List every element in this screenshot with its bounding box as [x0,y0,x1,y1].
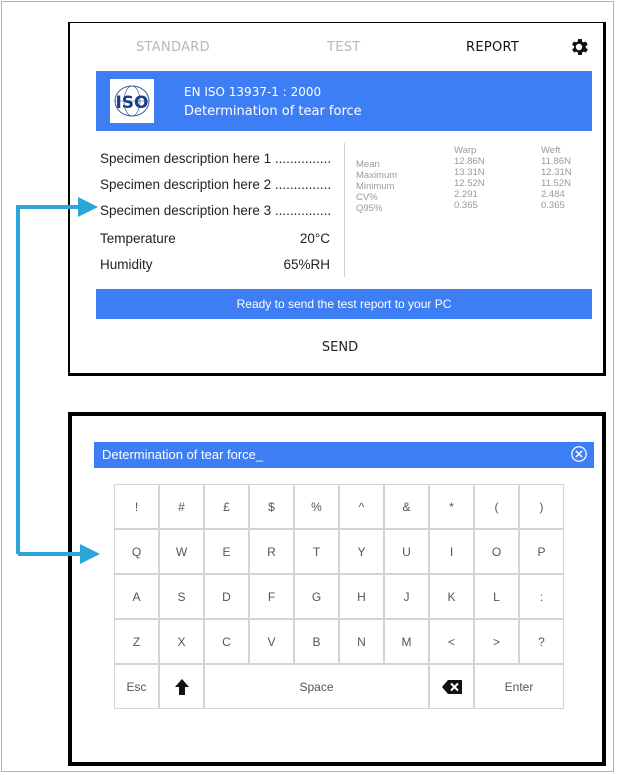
standard-name: Determination of tear force [184,104,362,119]
key[interactable]: E [204,529,249,574]
stat-weft: 11.86N [541,156,571,167]
key[interactable]: > [474,619,519,664]
stat-warp: 13.31N [454,167,485,178]
tab-standard[interactable]: STANDARD [136,40,210,55]
key[interactable]: O [474,529,519,574]
keyboard-screen: Determination of tear force_ ! # £ $ % ^… [68,412,606,766]
key[interactable]: B [294,619,339,664]
stat-label: CV% [356,192,378,203]
key[interactable]: J [384,574,429,619]
input-value: Determination of tear force_ [102,447,264,462]
stat-warp: 12.86N [454,156,485,167]
enter-key[interactable]: Enter [474,664,564,709]
key[interactable]: C [204,619,249,664]
stat-warp: 0.365 [454,200,478,211]
key[interactable]: £ [204,484,249,529]
key[interactable]: N [339,619,384,664]
column-header-weft: Weft [541,145,561,156]
send-button[interactable]: SEND [300,337,380,357]
key[interactable]: Y [339,529,384,574]
specimen-description-2[interactable]: Specimen description here 2 ............… [100,177,331,192]
iso-logo-text: ISO [115,93,148,113]
stat-weft: 11.52N [541,178,571,189]
tab-bar: STANDARD TEST REPORT [70,35,603,63]
stat-label: Mean [356,159,380,170]
key[interactable]: H [339,574,384,619]
key[interactable]: K [429,574,474,619]
stat-warp: 12.52N [454,178,485,189]
temperature-label: Temperature [100,231,176,246]
key[interactable]: A [114,574,159,619]
key[interactable]: U [384,529,429,574]
specimen-description-1[interactable]: Specimen description here 1 ............… [100,151,331,166]
key[interactable]: ? [519,619,564,664]
space-key[interactable]: Space [204,664,429,709]
temperature-value: 20°C [299,231,330,246]
key[interactable]: F [249,574,294,619]
shift-key[interactable] [159,664,204,709]
stat-warp: 2.291 [454,189,478,200]
key[interactable]: ^ [339,484,384,529]
specimen-description-3[interactable]: Specimen description here 3 ............… [100,203,331,218]
key[interactable]: & [384,484,429,529]
key[interactable]: S [159,574,204,619]
backspace-key[interactable] [429,664,474,709]
key[interactable]: G [294,574,339,619]
humidity-value: 65%RH [283,257,330,272]
key[interactable]: L [474,574,519,619]
standard-banner: ISO EN ISO 13937-1 : 2000 Determination … [96,71,592,131]
key[interactable]: I [429,529,474,574]
key[interactable]: $ [249,484,294,529]
gear-icon[interactable] [568,36,590,58]
key[interactable]: ! [114,484,159,529]
key[interactable]: X [159,619,204,664]
text-input-field[interactable]: Determination of tear force_ [94,442,594,468]
humidity-label: Humidity [100,257,153,272]
key[interactable]: # [159,484,204,529]
shift-arrow-icon [174,678,189,695]
key[interactable]: M [384,619,429,664]
standard-code: EN ISO 13937-1 : 2000 [184,85,322,99]
stat-label: Minimum [356,181,395,192]
key[interactable]: % [294,484,339,529]
tab-test[interactable]: TEST [327,40,361,55]
key[interactable]: ( [474,484,519,529]
close-circle-icon[interactable] [570,445,588,463]
key[interactable]: P [519,529,564,574]
tab-report[interactable]: REPORT [466,40,519,55]
column-header-warp: Warp [454,145,477,156]
stat-label: Q95% [356,203,383,214]
key[interactable]: Q [114,529,159,574]
stat-weft: 0.365 [541,200,565,211]
key[interactable]: < [429,619,474,664]
key[interactable]: * [429,484,474,529]
stat-weft: 12.31N [541,167,572,178]
report-screen: STANDARD TEST REPORT ISO EN ISO 13937-1 … [68,22,606,376]
key[interactable]: V [249,619,294,664]
stat-weft: 2.484 [541,189,565,200]
stat-label: Maximum [356,170,398,181]
key[interactable]: W [159,529,204,574]
key[interactable]: D [204,574,249,619]
status-bar: Ready to send the test report to your PC [96,289,592,319]
backspace-icon [441,679,462,694]
key[interactable]: R [249,529,294,574]
key[interactable]: ) [519,484,564,529]
column-divider [344,143,345,277]
key[interactable]: T [294,529,339,574]
key[interactable]: Z [114,619,159,664]
iso-logo: ISO [110,79,154,123]
esc-key[interactable]: Esc [114,664,159,709]
key[interactable]: : [519,574,564,619]
